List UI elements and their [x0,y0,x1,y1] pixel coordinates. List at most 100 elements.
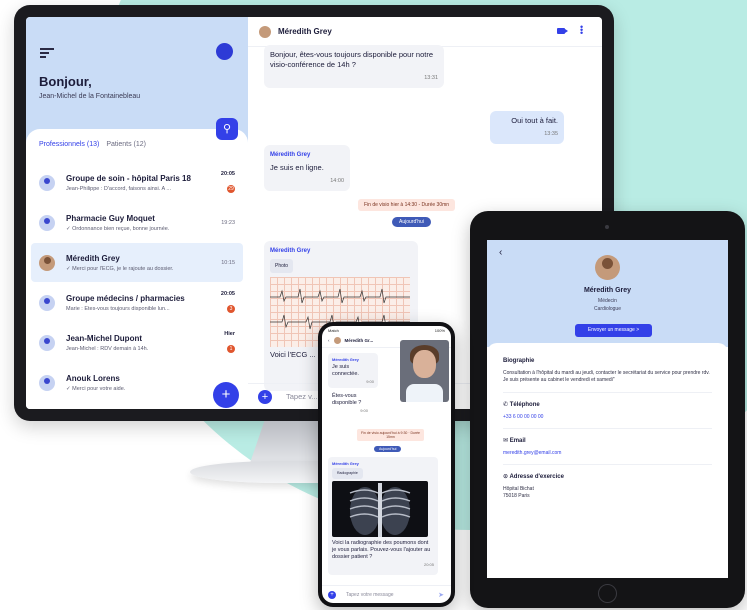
conversation-last-message: ✓ Merci pour votre aide. [66,385,126,392]
conversation-item-active[interactable]: Méredith Grey ✓ Merci pour l'ECG, je le r… [31,243,243,282]
contact-avatar[interactable] [259,25,271,38]
message-time: 20:05 [423,562,434,567]
conversation-last-message: ✓ Merci pour l'ECG, je le rajoute au dos… [66,265,174,272]
message-sender: Méredith Grey [332,357,359,362]
status-bar: Match 100% [322,326,451,334]
user-avatar-icon [39,214,55,231]
more-options-icon[interactable]: • • • [580,23,583,38]
user-name: Jean-Michel de la Fontainebleau [39,93,141,100]
tablet-home-button[interactable] [598,584,617,603]
message-time: 14:00 [330,178,344,184]
group-avatar-icon [39,294,55,311]
address-section: ⊙ Adresse d'exercice Hôpital Bichat 7501… [503,465,712,508]
sidebar-header: Bonjour, Jean-Michel de la Fontainebleau [26,17,248,129]
conversation-last-message: ✓ Ordonnance bien reçue, bonne journée. [66,225,170,232]
date-separator: Aujourd'hui [374,446,402,452]
message-text: Voici la radiographie des poumons dont j… [332,540,431,560]
status-time: Match [328,328,339,333]
tab-professionnels[interactable]: Professionnels (13) [39,141,99,148]
message-text: Oui tout à fait. [511,116,558,125]
profile-photo [595,255,620,280]
send-message-button[interactable]: Envoyer un message > [575,324,652,337]
conversation-last-message: Jean-Michel : RDV demain à 14h. [66,345,149,352]
biography-text: Consultation à l'hôpital du mardi au jeu… [503,370,710,376]
date-separator: Aujourd'hui [392,217,431,227]
group-avatar-icon [39,174,55,191]
add-attachment-button[interactable]: + [258,389,272,404]
chest-xray [349,483,411,537]
message-bubble-incoming: Méredith Grey Radiographie Voici la radi… [328,457,438,575]
contact-name: Méredith Grey [278,27,332,36]
video-call-icon[interactable] [557,28,568,34]
unread-badge: 3 [227,304,235,313]
menu-icon[interactable] [40,48,54,58]
conversation-item[interactable]: Groupe de soin - hôpital Paris 18 Jean-Ph… [31,163,243,202]
conversation-item[interactable]: Anouk Lorens ✓ Merci pour votre aide. [31,363,243,402]
phone-device: Match 100% ‹ Méredith Gr... Méredith Gre… [318,322,455,607]
tab-patients[interactable]: Patients (12) [106,141,146,148]
message-time: 9:00 [366,379,374,384]
conversation-time: 20:05 [220,170,235,177]
back-arrow-icon[interactable]: ‹ [328,338,330,343]
conversation-list-panel: ⚲ Professionnels (13) Patients (12) Grou… [26,118,248,409]
call-ended-notice: Fin de visio aujourd'hui à 9:30 · Durée … [357,429,424,441]
profile-specialty: Cardiologue [594,306,621,312]
section-title: Biographie [503,358,535,364]
unread-badge: 1 [227,344,235,353]
contact-photo-avatar [39,254,55,271]
unread-badge: 29 [227,184,235,193]
profile-header: ‹ Méredith Grey Médecin Cardiologue Envo… [487,240,728,347]
list-tabs: Professionnels (13) Patients (12) [39,141,146,148]
message-text: Je suis en ligne. [270,163,324,172]
call-ended-notice: Fin de visio hier à 14:30 - Durée 30mn [358,199,456,211]
conversation-item[interactable]: Jean-Michel Dupont Jean-Michel : RDV dema… [31,323,243,362]
tablet-device: ‹ Méredith Grey Médecin Cardiologue Envo… [470,211,745,608]
message-bubble-outgoing: Oui tout à fait. 13:35 [490,111,564,144]
back-arrow-icon[interactable]: ‹ [499,247,502,258]
battery-level: 100% [434,328,445,333]
phone-message-composer: + Tapez votre message ➤ [322,585,451,603]
message-input[interactable]: Tapez votre message [346,592,394,598]
add-attachment-button[interactable]: + [328,590,336,599]
message-time: 9:00 [360,408,368,413]
phone-link[interactable]: +33 6 00 00 00 00 [503,414,712,420]
contact-avatar [333,337,341,344]
greeting: Bonjour, [39,74,92,89]
marketing-stage: Bonjour, Jean-Michel de la Fontainebleau… [0,0,747,610]
email-link[interactable]: meredith.grey@email.com [503,450,712,456]
conversation-item[interactable]: Pharmacie Guy Moquet ✓ Ordonnance bien re… [31,203,243,242]
conversation-last-message: Jean-Philippe : D'accord, faisons ainsi.… [66,185,171,192]
conversation-sidebar: Bonjour, Jean-Michel de la Fontainebleau… [26,17,248,409]
email-section: ✉ Email meredith.grey@email.com [503,429,712,465]
profile-details: Biographie Consultation à l'hôpital du m… [487,343,728,578]
send-icon[interactable]: ➤ [438,591,444,599]
conversation-item[interactable]: Groupe médecins / pharmacies Marie : Êtes… [31,283,243,322]
chat-header: Méredith Grey • • • [248,17,602,47]
conversation-name: Groupe médecins / pharmacies [66,293,185,303]
conversation-name: Méredith Grey [66,253,120,263]
conversation-time: 20:05 [220,290,235,297]
message-text: Je suis connectée. [332,364,359,377]
conversation-last-message: Marie : Êtes-vous toujours disponible lu… [66,305,170,312]
video-person-body [406,384,443,402]
xray-attachment-image[interactable] [332,481,428,537]
conversation-name: Groupe de soin - hôpital Paris 18 [66,173,191,183]
address-line: 75018 Paris [503,493,530,499]
biography-text: Je suis présente au cabinet le vendredi … [503,377,615,383]
message-input[interactable]: Tapez v... [286,392,318,401]
attachment-label: Photo [270,259,294,273]
message-bubble-incoming: Méredith Grey Je suis connectée. 9:00 [328,353,378,388]
section-title: ✆ Téléphone [503,402,540,408]
search-button[interactable]: ⚲ [216,118,238,140]
conversation-time: 10:15 [221,259,235,266]
video-call-preview[interactable] [400,340,449,402]
message-bubble-incoming: Méredith Grey Je suis en ligne. 14:00 [264,145,350,191]
message-time: 13:31 [424,75,438,81]
section-title: ✉ Email [503,438,526,444]
new-conversation-button[interactable]: + [213,382,239,408]
conversation-name: Jean-Michel Dupont [66,333,143,343]
user-avatar-icon [39,374,55,391]
profile-avatar-icon[interactable] [216,43,233,60]
message-sender: Méredith Grey [270,248,311,254]
message-time: 13:35 [544,131,558,137]
